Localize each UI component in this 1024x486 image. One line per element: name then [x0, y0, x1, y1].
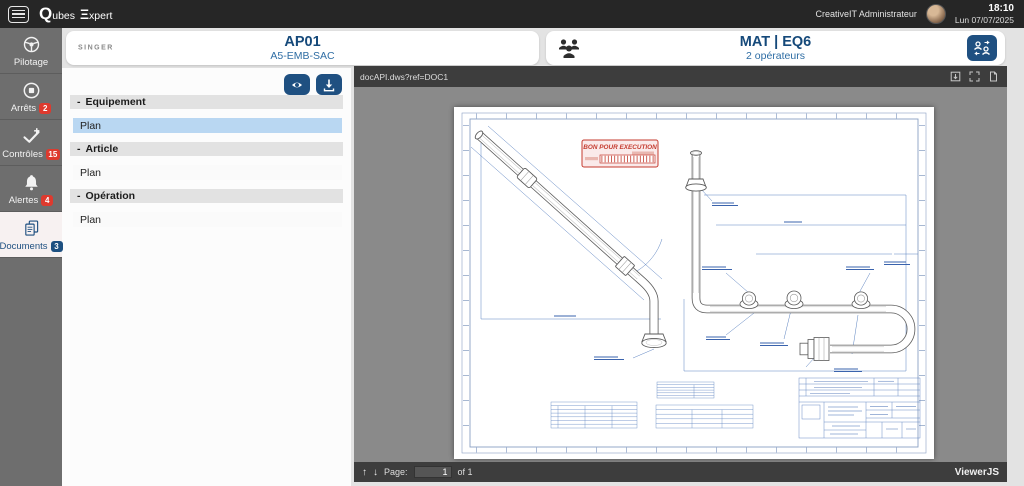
user-avatar[interactable]	[926, 4, 946, 24]
page-total: of 1	[458, 467, 473, 477]
fullscreen-icon[interactable]	[969, 71, 980, 82]
station-card: SINGER AP01 A5-EMB-SAC	[66, 31, 539, 65]
time: 18:10	[955, 3, 1014, 15]
viewer-toolbar: ↑ ↓ Page: of 1 ViewerJS	[354, 462, 1007, 482]
doc-item-label: Plan	[80, 120, 101, 132]
download-icon	[321, 77, 337, 93]
team-card: MAT | EQ6 2 opérateurs	[546, 31, 1005, 65]
document-tree: - Equipement Plan - Article Plan - Opéra…	[70, 95, 343, 227]
documents-panel: - Equipement Plan - Article Plan - Opéra…	[62, 68, 351, 486]
sidebar-label: Documents	[0, 241, 48, 252]
page-label: Page:	[384, 467, 408, 477]
sidebar-item-documents[interactable]: Documents 3	[0, 212, 62, 258]
download-document-button[interactable]	[316, 74, 342, 95]
viewer-canvas[interactable]: BON POUR EXECUTION	[354, 87, 1007, 462]
sidebar-item-arrets[interactable]: Arrêts 2	[0, 74, 62, 120]
viewerjs-brand: ViewerJS	[955, 467, 999, 478]
station-brand: SINGER	[78, 45, 114, 52]
section-equipement[interactable]: - Equipement	[70, 95, 343, 109]
documents-count-badge: 3	[51, 241, 63, 252]
hamburger-menu-icon[interactable]	[8, 6, 29, 23]
sidebar-nav: Pilotage Arrêts 2 Contrôles 15 Alertes	[0, 28, 62, 486]
viewer-doc-title: docAPI.dws?ref=DOC1	[354, 72, 448, 82]
save-page-icon[interactable]	[950, 71, 961, 82]
people-group-icon	[556, 37, 582, 59]
app-logo: QubesΞxpert	[39, 4, 112, 24]
arrets-count-badge: 2	[39, 103, 51, 114]
section-title: Equipement	[86, 96, 146, 108]
stop-circle-icon	[21, 80, 42, 101]
sidebar-label: Contrôles	[2, 149, 43, 160]
section-operation[interactable]: - Opération	[70, 189, 343, 203]
team-subtitle: 2 opérateurs	[546, 50, 1005, 62]
sidebar-label: Arrêts	[11, 103, 36, 114]
doc-item-label: Plan	[80, 167, 101, 179]
check-plus-icon	[21, 126, 42, 147]
data-tables	[551, 382, 753, 428]
clock: 18:10 Lun 07/07/2025	[955, 3, 1014, 25]
bell-icon	[21, 172, 42, 193]
section-title: Article	[86, 143, 119, 155]
date: Lun 07/07/2025	[955, 15, 1014, 25]
collapse-icon: -	[77, 96, 81, 108]
operator-swap-button[interactable]	[967, 35, 997, 61]
logo-e: Ξ	[80, 6, 89, 22]
page-mode-icon[interactable]	[988, 71, 999, 82]
page-down-button[interactable]: ↓	[373, 467, 378, 478]
logged-in-user: CreativeIT Administrateur	[816, 9, 917, 19]
collapse-icon: -	[77, 143, 81, 155]
sidebar-label: Pilotage	[14, 57, 48, 68]
drawing-page: BON POUR EXECUTION	[454, 107, 934, 459]
technical-drawing-pipe-plan: BON POUR EXECUTION	[454, 107, 934, 459]
section-article[interactable]: - Article	[70, 142, 343, 156]
operator-swap-icon	[972, 39, 992, 57]
sidebar-item-controles[interactable]: Contrôles 15	[0, 120, 62, 166]
station-title: AP01	[66, 34, 539, 51]
page-up-button[interactable]: ↑	[362, 467, 367, 478]
sidebar-item-alertes[interactable]: Alertes 4	[0, 166, 62, 212]
sidebar-item-pilotage[interactable]: Pilotage	[0, 28, 62, 74]
doc-item-operation-plan[interactable]: Plan	[73, 212, 342, 227]
document-pages-icon	[21, 218, 42, 239]
collapse-icon: -	[77, 190, 81, 202]
station-subtitle: A5-EMB-SAC	[66, 50, 539, 62]
title-block-text-placeholders	[810, 381, 916, 434]
sidebar-label: Alertes	[9, 195, 39, 206]
page-number-input[interactable]	[414, 466, 452, 478]
top-bar: QubesΞxpert CreativeIT Administrateur 18…	[0, 0, 1024, 28]
doc-item-equipement-plan[interactable]: Plan	[73, 118, 342, 133]
controles-count-badge: 15	[46, 149, 60, 160]
document-viewer: docAPI.dws?ref=DOC1	[354, 66, 1007, 482]
eye-icon	[289, 77, 305, 93]
viewer-title-bar: docAPI.dws?ref=DOC1	[354, 66, 1007, 87]
section-title: Opération	[86, 190, 136, 202]
preview-document-button[interactable]	[284, 74, 310, 95]
alertes-count-badge: 4	[41, 195, 53, 206]
steering-wheel-icon	[21, 34, 42, 55]
bon-pour-execution-stamp: BON POUR EXECUTION	[582, 140, 658, 167]
header-row: SINGER AP01 A5-EMB-SAC MAT | EQ6 2 opéra…	[62, 28, 1024, 68]
doc-item-label: Plan	[80, 214, 101, 226]
doc-item-article-plan[interactable]: Plan	[73, 165, 342, 180]
logo-q: Q	[39, 4, 52, 24]
stamp-text: BON POUR EXECUTION	[583, 144, 657, 151]
team-title: MAT | EQ6	[546, 34, 1005, 51]
